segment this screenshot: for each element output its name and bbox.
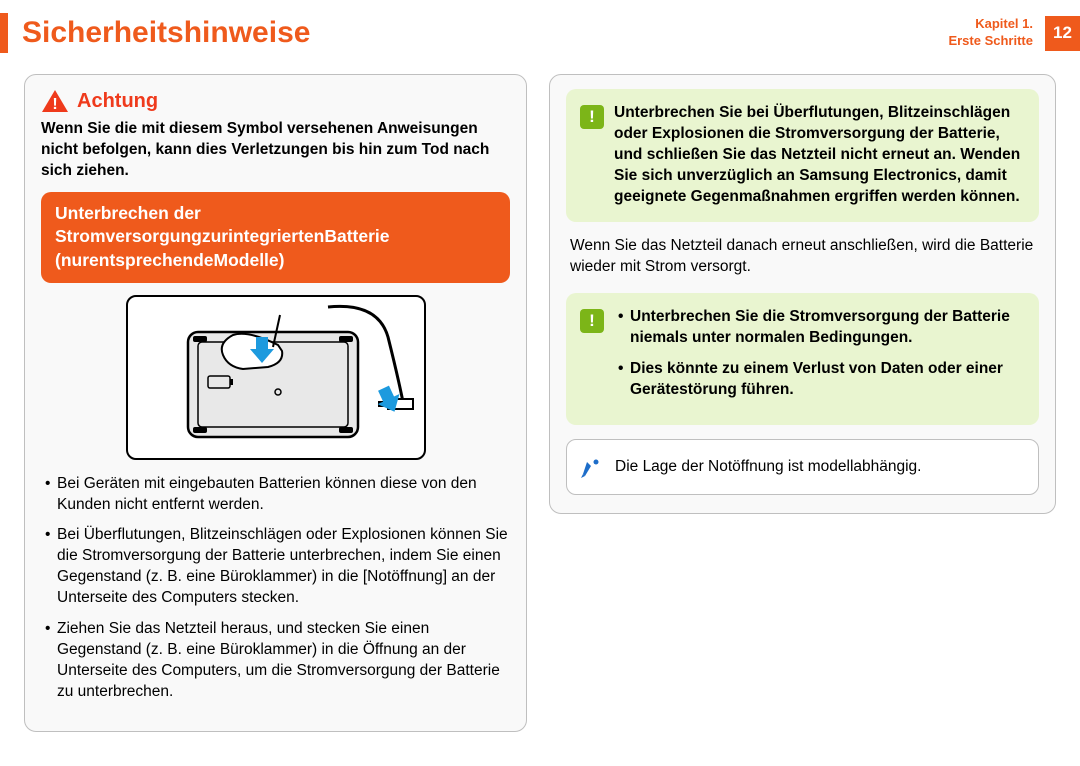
list-item: Ziehen Sie das Netzteil heraus, und stec… xyxy=(45,619,510,703)
banner-line: StromversorgungzurintegriertenBatterie xyxy=(55,225,496,249)
callout-list: Unterbrechen Sie die Stromversorgung der… xyxy=(614,307,1025,401)
banner-line: Unterbrechen der xyxy=(55,202,496,226)
info-note-text: Die Lage der Notöffnung ist modellabhäng… xyxy=(615,457,921,478)
list-item: Bei Geräten mit eingebauten Batterien kö… xyxy=(45,474,510,516)
right-column: ! Unterbrechen Sie bei Überflutungen, Bl… xyxy=(549,74,1056,732)
page-header: Sicherheitshinweise Kapitel 1. Erste Sch… xyxy=(0,0,1080,56)
attention-description: Wenn Sie die mit diesem Symbol versehene… xyxy=(41,119,510,182)
diagram-svg xyxy=(128,297,428,462)
paragraph: Wenn Sie das Netzteil danach erneut ansc… xyxy=(566,236,1039,278)
instruction-list: Bei Geräten mit eingebauten Batterien kö… xyxy=(41,474,510,703)
note-pencil-icon xyxy=(581,456,603,478)
banner-line: (nurentsprechendeModelle) xyxy=(55,249,496,273)
list-item: Unterbrechen Sie die Stromversorgung der… xyxy=(618,307,1025,349)
attention-label: Achtung xyxy=(77,90,158,113)
info-note: Die Lage der Notöffnung ist modellabhäng… xyxy=(566,439,1039,495)
right-panel: ! Unterbrechen Sie bei Überflutungen, Bl… xyxy=(549,74,1056,514)
exclamation-icon: ! xyxy=(580,309,604,333)
callout-text: Unterbrechen Sie bei Überflutungen, Blit… xyxy=(614,103,1025,208)
caution-panel: ! Achtung Wenn Sie die mit diesem Symbol… xyxy=(24,74,527,732)
page-number-box: 12 xyxy=(1045,16,1080,51)
page-title: Sicherheitshinweise xyxy=(22,16,948,50)
exclamation-icon: ! xyxy=(580,105,604,129)
chapter-info: Kapitel 1. Erste Schritte xyxy=(948,16,1033,50)
chapter-line1: Kapitel 1. xyxy=(948,16,1033,33)
warning-triangle-icon: ! xyxy=(41,89,69,113)
laptop-diagram xyxy=(126,295,426,460)
header-accent-bar xyxy=(0,13,8,53)
attention-header: ! Achtung xyxy=(41,89,510,113)
callout-warning: ! Unterbrechen Sie die Stromversorgung d… xyxy=(566,293,1039,425)
list-item: Dies könnte zu einem Verlust von Daten o… xyxy=(618,359,1025,401)
left-column: ! Achtung Wenn Sie die mit diesem Symbol… xyxy=(24,74,527,732)
list-item: Bei Überflutungen, Blitzeinschlägen oder… xyxy=(45,525,510,609)
chapter-line2: Erste Schritte xyxy=(948,33,1033,50)
callout-important: ! Unterbrechen Sie bei Überflutungen, Bl… xyxy=(566,89,1039,222)
section-banner: Unterbrechen der Stromversorgungzurinteg… xyxy=(41,192,510,283)
svg-text:!: ! xyxy=(52,96,57,113)
